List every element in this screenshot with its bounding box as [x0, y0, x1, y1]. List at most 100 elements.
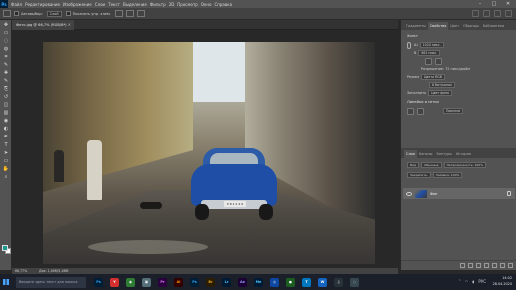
menu-image[interactable]: Изображение — [63, 2, 92, 7]
lock-icon[interactable] — [507, 191, 511, 196]
taskbar-app-icon[interactable]: Ps — [94, 277, 103, 287]
taskbar-app-icon[interactable]: Y — [110, 277, 119, 287]
menu-help[interactable]: Справка — [214, 2, 232, 7]
path-select-tool-icon[interactable]: ➤ — [2, 150, 10, 156]
show-controls-checkbox[interactable] — [65, 11, 71, 16]
network-icon[interactable]: ◠ — [465, 279, 469, 284]
menu-file[interactable]: Файл — [11, 2, 22, 7]
taskbar-app-icon[interactable]: ▣ — [142, 277, 151, 287]
brush-tool-icon[interactable]: ✎ — [2, 78, 10, 84]
taskbar-app-icon[interactable]: W — [318, 277, 327, 287]
grid-icon[interactable] — [407, 107, 414, 115]
guides-icon[interactable] — [417, 107, 424, 115]
taskbar-app-icon[interactable]: Ps — [190, 277, 199, 287]
layer-mask-icon[interactable] — [476, 263, 481, 268]
menu-3d[interactable]: 3D — [169, 2, 175, 7]
taskbar-app-icon[interactable]: ◎ — [270, 277, 279, 287]
mode-dropdown[interactable]: Цвета RGB — [420, 74, 445, 80]
new-layer-icon[interactable] — [500, 263, 505, 268]
menu-layer[interactable]: Слои — [95, 2, 105, 7]
opacity-field[interactable]: Непрозрачность: 100% — [443, 162, 487, 168]
portrait-orientation-icon[interactable] — [425, 57, 432, 65]
quick-select-tool-icon[interactable]: ◍ — [2, 46, 10, 52]
clone-tool-icon[interactable]: ⎘ — [2, 86, 10, 92]
new-group-icon[interactable] — [492, 263, 497, 268]
link-dimensions-icon[interactable] — [407, 41, 411, 49]
tab-libraries[interactable]: Библиотеки — [481, 22, 506, 30]
search-icon[interactable] — [483, 10, 490, 17]
marquee-tool-icon[interactable]: ▭ — [2, 30, 10, 36]
blend-mode-dropdown[interactable]: Обычные — [421, 162, 442, 168]
share-icon[interactable] — [505, 10, 512, 17]
menu-type[interactable]: Текст — [108, 2, 120, 7]
canvas-area[interactable]: P 8 1 2 4 9 — [12, 30, 398, 270]
document-tab[interactable]: Фото.jpg @ 66,7% (RGB/8*) × — [12, 20, 74, 30]
dodge-tool-icon[interactable]: ◐ — [2, 126, 10, 132]
tab-properties[interactable]: Свойства — [427, 22, 449, 30]
width-field[interactable]: 1024 пикс. — [419, 42, 444, 48]
taskbar-app-icon[interactable]: ◌ — [350, 277, 359, 287]
document-canvas-image[interactable]: P 8 1 2 4 9 — [43, 42, 375, 264]
eye-icon[interactable] — [406, 191, 412, 196]
type-tool-icon[interactable]: T — [2, 142, 10, 148]
align-center-icon[interactable] — [125, 10, 134, 17]
taskbar-app-icon[interactable]: Ae — [238, 277, 247, 287]
start-button[interactable] — [0, 274, 12, 290]
zoom-tool-icon[interactable]: ⌕ — [2, 174, 10, 180]
history-brush-tool-icon[interactable]: ↺ — [2, 94, 10, 100]
taskbar-app-icon[interactable]: T — [302, 277, 311, 287]
layer-filter-dropdown[interactable]: Вид — [407, 162, 420, 168]
layer-name[interactable]: Фон — [430, 192, 437, 196]
menu-edit[interactable]: Редактирование — [25, 2, 60, 7]
maximize-button[interactable]: □ — [487, 0, 501, 8]
landscape-orientation-icon[interactable] — [435, 57, 442, 65]
align-left-icon[interactable] — [114, 10, 123, 17]
eyedropper-tool-icon[interactable]: ✎ — [2, 62, 10, 68]
keyboard-language[interactable]: РУС — [478, 279, 486, 284]
auto-select-checkbox[interactable] — [14, 11, 19, 16]
taskbar-search[interactable]: Введите здесь текст для поиска — [16, 276, 86, 288]
workspace-icon[interactable] — [494, 10, 501, 17]
tab-gradients[interactable]: Градиенты — [404, 22, 428, 30]
tab-swatches[interactable]: Образцы — [461, 22, 481, 30]
eraser-tool-icon[interactable]: ◫ — [2, 102, 10, 108]
move-tool-icon[interactable]: ✥ — [2, 22, 10, 28]
chevron-up-icon[interactable]: ˄ — [459, 279, 461, 284]
menu-view[interactable]: Просмотр — [177, 2, 198, 7]
align-right-icon[interactable] — [136, 10, 145, 17]
crop-tool-icon[interactable]: ⌗ — [2, 54, 10, 60]
taskbar-app-icon[interactable]: Lr — [222, 277, 231, 287]
taskbar-app-icon[interactable]: ♫ — [334, 277, 343, 287]
minimize-button[interactable]: – — [473, 0, 487, 8]
layer-row-background[interactable]: Фон — [403, 188, 515, 199]
tab-channels[interactable]: Каналы — [417, 150, 435, 158]
menu-filter[interactable]: Фильтр — [150, 2, 166, 7]
auto-select-dropdown[interactable]: Слой — [46, 10, 62, 17]
move-tool-preset-icon[interactable] — [3, 10, 11, 17]
tab-color[interactable]: Цвет — [448, 22, 461, 30]
hand-tool-icon[interactable]: ✋ — [2, 166, 10, 172]
menu-window[interactable]: Окно — [201, 2, 212, 7]
layer-style-icon[interactable] — [468, 263, 473, 268]
tab-layers[interactable]: Слои — [404, 150, 417, 158]
clock[interactable]: 14:02 28.04.2020 — [493, 276, 512, 287]
units-dropdown[interactable]: Пиксели — [443, 108, 464, 114]
tab-history[interactable]: История — [454, 150, 473, 158]
pen-tool-icon[interactable]: ✒ — [2, 134, 10, 140]
gradient-tool-icon[interactable]: ▥ — [2, 110, 10, 116]
close-tab-icon[interactable]: × — [68, 20, 71, 30]
height-field[interactable]: 661 пикс. — [418, 50, 441, 56]
fill-opacity-field[interactable]: Заливка: 100% — [432, 172, 463, 178]
foreground-color-swatch[interactable] — [2, 245, 8, 251]
link-layers-icon[interactable] — [460, 263, 465, 268]
volume-icon[interactable]: ◖ — [472, 279, 474, 284]
taskbar-app-icon[interactable]: Me — [254, 277, 263, 287]
taskbar-app-icon[interactable]: Pr — [158, 277, 167, 287]
menu-select[interactable]: Выделение — [123, 2, 147, 7]
taskbar-app-icon[interactable]: ● — [286, 277, 295, 287]
adjustment-layer-icon[interactable] — [484, 263, 489, 268]
3d-mode-icon[interactable] — [472, 10, 479, 17]
shape-tool-icon[interactable]: ▭ — [2, 158, 10, 164]
taskbar-app-icon[interactable]: Br — [206, 277, 215, 287]
tab-paths[interactable]: Контуры — [434, 150, 454, 158]
